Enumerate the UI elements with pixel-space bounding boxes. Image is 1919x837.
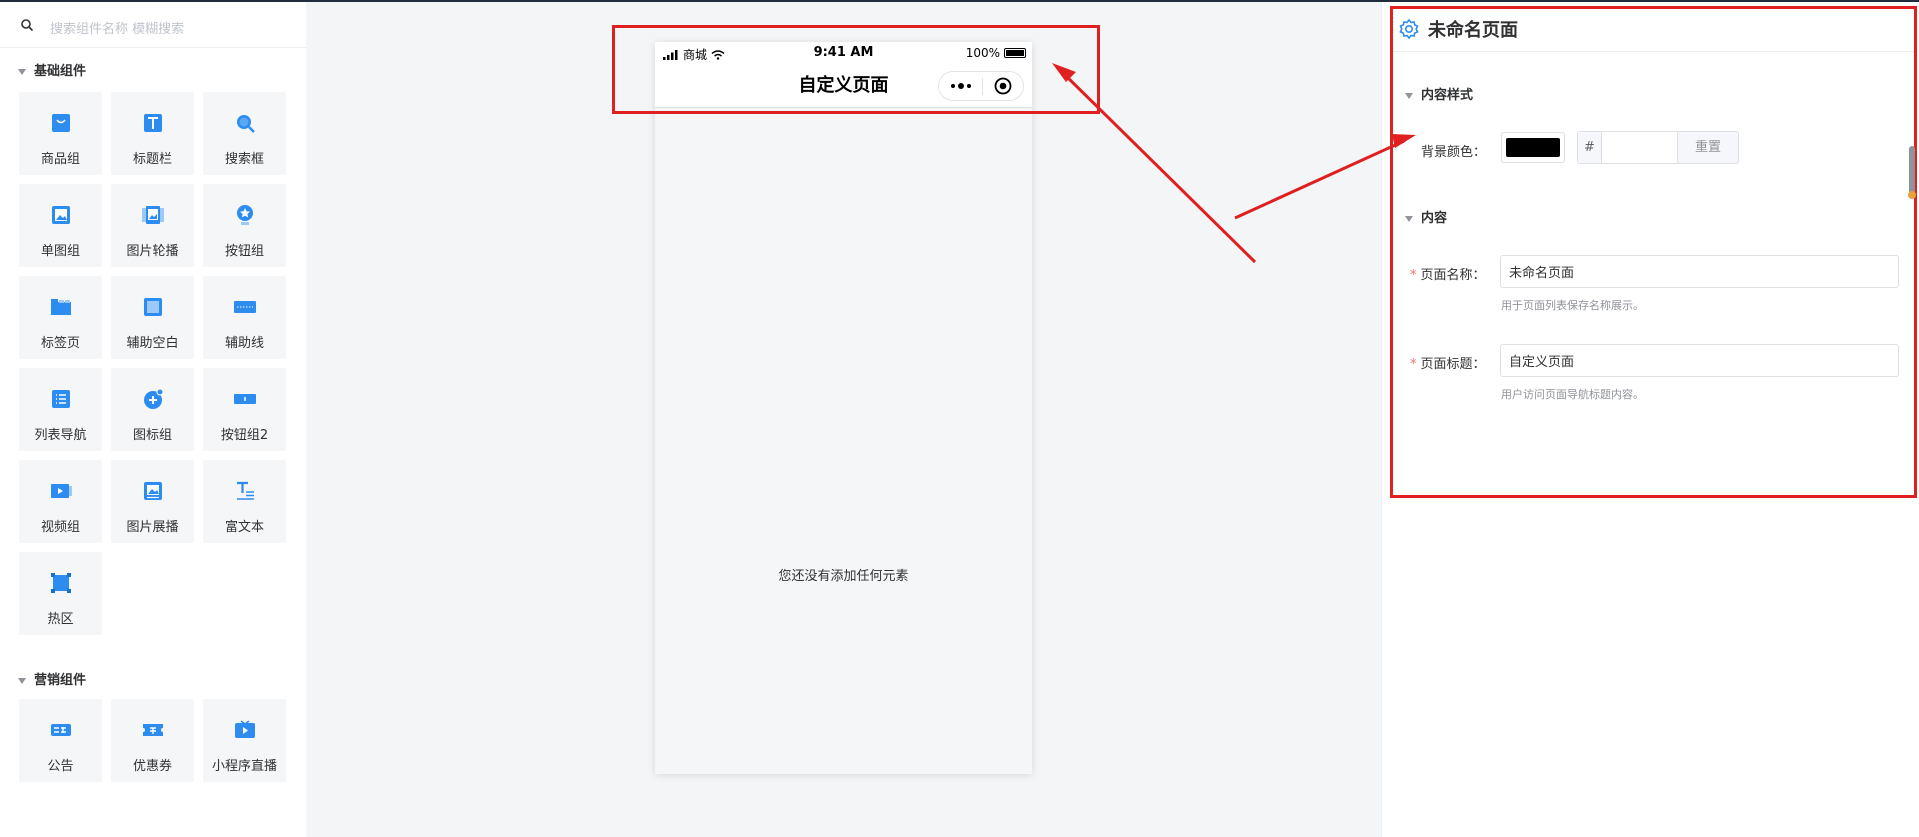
- tile-label: 辅助线: [224, 336, 264, 351]
- video-group-icon: [51, 484, 72, 498]
- component-search[interactable]: 搜索组件名称 模糊搜索: [0, 12, 306, 48]
- tile-label: 图标组: [132, 428, 172, 443]
- divider-line-icon: [234, 301, 256, 313]
- blank-space-icon: [144, 298, 162, 316]
- title-bar-icon: [144, 114, 162, 132]
- component-tile-hotspot[interactable]: 热区: [19, 552, 102, 635]
- category-title: 营销组件: [34, 673, 87, 688]
- image-showcase-icon: [144, 482, 162, 500]
- tile-label: 列表导航: [34, 428, 87, 443]
- tile-label: 富文本: [224, 520, 264, 535]
- collapse-caret-icon: [18, 677, 26, 684]
- product-group-icon: [52, 114, 70, 132]
- tile-label: 单图组: [40, 244, 80, 259]
- button-group-icon: [237, 205, 253, 225]
- component-tile-button-group2[interactable]: 按钮组2: [203, 368, 286, 451]
- image-carousel-icon: [142, 206, 164, 224]
- list-nav-icon: [52, 390, 70, 408]
- tile-label: 图片展播: [126, 520, 179, 535]
- coupon-icon: [143, 724, 163, 736]
- tile-label: 小程序直播: [211, 759, 277, 774]
- tile-label: 商品组: [40, 152, 80, 167]
- notice-icon: [51, 724, 71, 736]
- component-tile-icon-group[interactable]: 图标组: [111, 368, 194, 451]
- search-icon: [21, 19, 34, 32]
- arrow-to-bg-color: [1234, 139, 1405, 220]
- component-tile-product-group[interactable]: 商品组: [19, 92, 102, 175]
- tile-label: 辅助空白: [126, 336, 179, 351]
- component-tile-single-image[interactable]: 单图组: [19, 184, 102, 267]
- search-placeholder[interactable]: 搜索组件名称 模糊搜索: [50, 18, 184, 37]
- highlight-box-phone-header: [612, 25, 1100, 114]
- single-image-icon: [52, 206, 70, 224]
- tile-label: 标签页: [40, 336, 80, 351]
- category-title: 基础组件: [34, 64, 87, 79]
- component-tile-notice[interactable]: 公告: [19, 699, 102, 782]
- phone-preview[interactable]: 商城 9:41 AM 100% 自定义页面 您还没有添加任何元素: [655, 42, 1032, 774]
- highlight-box-properties: [1390, 6, 1917, 498]
- tile-label: 视频组: [40, 520, 80, 535]
- category-marketing[interactable]: 营销组件: [18, 669, 86, 688]
- tile-label: 搜索框: [224, 152, 264, 167]
- search-box-icon: [237, 115, 255, 133]
- component-tile-image-carousel[interactable]: 图片轮播: [111, 184, 194, 267]
- component-tile-rich-text[interactable]: 富文本: [203, 460, 286, 543]
- tabs-icon: [51, 299, 71, 315]
- component-tile-image-showcase[interactable]: 图片展播: [111, 460, 194, 543]
- tile-label: 热区: [47, 612, 74, 627]
- hotspot-icon: [51, 573, 71, 593]
- component-sidebar: 搜索组件名称 模糊搜索 基础组件 商品组 标题栏 搜索框 单图组 图片轮播 按钮…: [0, 2, 306, 837]
- component-tile-live-stream[interactable]: 小程序直播: [203, 699, 286, 782]
- panel-scrollbar[interactable]: [1909, 146, 1915, 196]
- rich-text-icon: [237, 481, 254, 500]
- category-basic[interactable]: 基础组件: [18, 60, 86, 79]
- tile-label: 标题栏: [132, 152, 172, 167]
- tile-label: 优惠券: [132, 759, 172, 774]
- icon-group-icon: [144, 388, 164, 409]
- tile-label: 按钮组: [224, 244, 264, 259]
- tile-label: 图片轮播: [126, 244, 179, 259]
- collapse-caret-icon: [18, 68, 26, 75]
- component-tile-coupon[interactable]: 优惠券: [111, 699, 194, 782]
- live-stream-icon: [235, 720, 255, 738]
- component-tile-search-box[interactable]: 搜索框: [203, 92, 286, 175]
- scroll-indicator-dot: [1908, 191, 1916, 199]
- tile-label: 按钮组2: [220, 428, 269, 443]
- component-tile-tabs[interactable]: 标签页: [19, 276, 102, 359]
- component-tile-divider-line[interactable]: 辅助线: [203, 276, 286, 359]
- button-group2-icon: [234, 394, 256, 404]
- empty-canvas-message: 您还没有添加任何元素: [778, 569, 909, 584]
- basic-components-grid: 商品组 标题栏 搜索框 单图组 图片轮播 按钮组 标签页 辅助空白 辅助线 列表…: [19, 92, 286, 635]
- component-tile-video-group[interactable]: 视频组: [19, 460, 102, 543]
- component-tile-button-group[interactable]: 按钮组: [203, 184, 286, 267]
- component-tile-title-bar[interactable]: 标题栏: [111, 92, 194, 175]
- marketing-components-grid: 公告 优惠券 小程序直播: [19, 699, 286, 782]
- component-tile-list-nav[interactable]: 列表导航: [19, 368, 102, 451]
- component-tile-blank-space[interactable]: 辅助空白: [111, 276, 194, 359]
- tile-label: 公告: [47, 759, 74, 774]
